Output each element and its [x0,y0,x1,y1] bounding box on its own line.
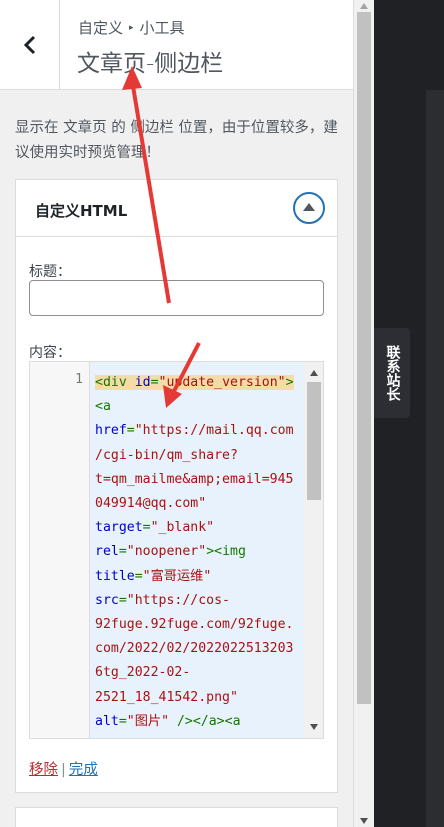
widget-header[interactable]: 自定义HTML [16,180,337,237]
chevron-left-icon [23,35,35,55]
line-number-gutter: 1 [30,362,90,738]
editor-scrollbar[interactable] [305,362,323,738]
widget-title: 自定义HTML [35,202,128,220]
code-token: "_blank" [150,520,215,536]
preview-strip [426,90,444,827]
scroll-up-icon[interactable] [360,3,368,9]
code-token: /></a><a [169,713,241,729]
remove-link[interactable]: 移除 [29,762,58,778]
customizer-panel: 自定义 ▸ 小工具 文章页-侧边栏 显示在 文章页 的 侧边栏 位置，由于位置较… [0,0,354,827]
code-token: 2521_18_41542.png" [95,689,238,705]
next-widget[interactable] [15,807,338,827]
code-line: 6tg_2022-02- [95,661,307,685]
code-token: = [135,738,143,739]
title-input[interactable] [29,280,324,316]
code-token: "blog-link" [143,738,230,739]
code-token: = [118,592,127,608]
back-button[interactable] [0,0,60,90]
breadcrumb-separator-icon: ▸ [129,22,134,33]
breadcrumb: 自定义 ▸ 小工具 [78,17,185,38]
code-token: > [285,375,294,390]
done-link[interactable]: 完成 [69,762,98,778]
code-token: 92fuge.92fuge.com/92fuge. [95,617,294,633]
code-line: title="富哥运维" [95,565,307,589]
editor-scroll-thumb[interactable] [307,382,321,500]
code-token: class [95,738,135,739]
code-token: title [95,568,135,584]
code-token: = [118,544,127,560]
code-token: "update_version" [158,375,286,390]
code-token: "https://cos- [126,592,230,608]
code-line: <div id="update_version"> [95,371,307,395]
code-line: src="https://cos- [95,589,307,613]
code-line: alt="图片" /></a><a [95,710,307,734]
code-token: target [95,520,143,536]
code-line: <a [95,395,307,419]
content-field-label: 内容： [29,345,71,361]
preview-strip-top [426,0,444,90]
panel-scrollbar[interactable] [354,0,374,827]
code-line: href="https://mail.qq.com [95,419,307,443]
code-text: <div id="update_version"> <a href="https:/… [95,371,307,739]
code-line: /cgi-bin/qm_share? [95,444,307,468]
title-field-label: 标题： [29,264,71,280]
code-line: rel="noopener"><img [95,540,307,564]
widget-actions: 移除 | 完成 [29,758,98,779]
code-token: ><img [206,544,246,560]
arrow-up-icon [303,203,315,211]
code-token: 049914@qq.com" [95,496,207,512]
panel-header: 自定义 ▸ 小工具 文章页-侧边栏 [0,0,353,90]
panel-scroll-thumb[interactable] [357,12,371,704]
code-token: "富哥运维" [142,568,212,584]
code-token: href [95,423,127,439]
code-token: rel [95,544,119,560]
code-token: src [95,592,119,608]
code-line: 92fuge.92fuge.com/92fuge. [95,613,307,637]
actions-divider: | [61,762,66,778]
section-description: 显示在 文章页 的 侧边栏 位置，由于位置较多，建议使用实时预览管理！ [15,120,338,161]
line-number: 1 [75,372,83,387]
code-token: "https://mail.qq.com [134,423,294,439]
code-content-area[interactable]: <div id="update_version"> <a href="https:/… [90,362,306,738]
code-token: = [118,713,127,729]
breadcrumb-root: 自定义 [78,19,124,37]
contact-admin-tab[interactable]: 联系站长 [374,328,410,418]
code-token: <div [95,375,135,390]
custom-html-widget: 自定义HTML 标题： 内容： 1 <div id="update_versio… [15,179,338,793]
code-token: id [134,375,151,390]
code-token: "图片" [126,713,170,729]
scroll-up-icon[interactable] [310,370,318,376]
code-token: com/2022/02/2022022513203 [95,641,294,657]
code-token: = [142,520,151,536]
code-editor[interactable]: 1 <div id="update_version"> <a href="https… [29,361,324,739]
code-token: t=qm_mailme&amp;email=945 [95,471,294,487]
code-token: <a [95,399,111,415]
code-line: 049914@qq.com" [95,492,307,516]
code-line: t=qm_mailme&amp;email=945 [95,468,307,492]
breadcrumb-current: 小工具 [139,19,185,37]
code-token: = [126,423,135,439]
code-line: target="_blank" [95,516,307,540]
scroll-down-icon[interactable] [360,818,368,824]
scroll-down-icon[interactable] [310,724,318,730]
code-token: = [150,375,159,390]
code-line: com/2022/02/2022022513203 [95,637,307,661]
code-token: /cgi-bin/qm_share? [95,447,238,463]
code-token: = [134,568,143,584]
code-token: 6tg_2022-02- [95,665,191,681]
code-line: 2521_18_41542.png" [95,686,307,710]
section-title: 文章页-侧边栏 [77,51,224,77]
code-token: alt [95,713,119,729]
widget-collapse-button[interactable] [293,192,325,224]
code-line: class="blog-link" [95,734,307,739]
code-token: "noopener" [126,544,207,560]
